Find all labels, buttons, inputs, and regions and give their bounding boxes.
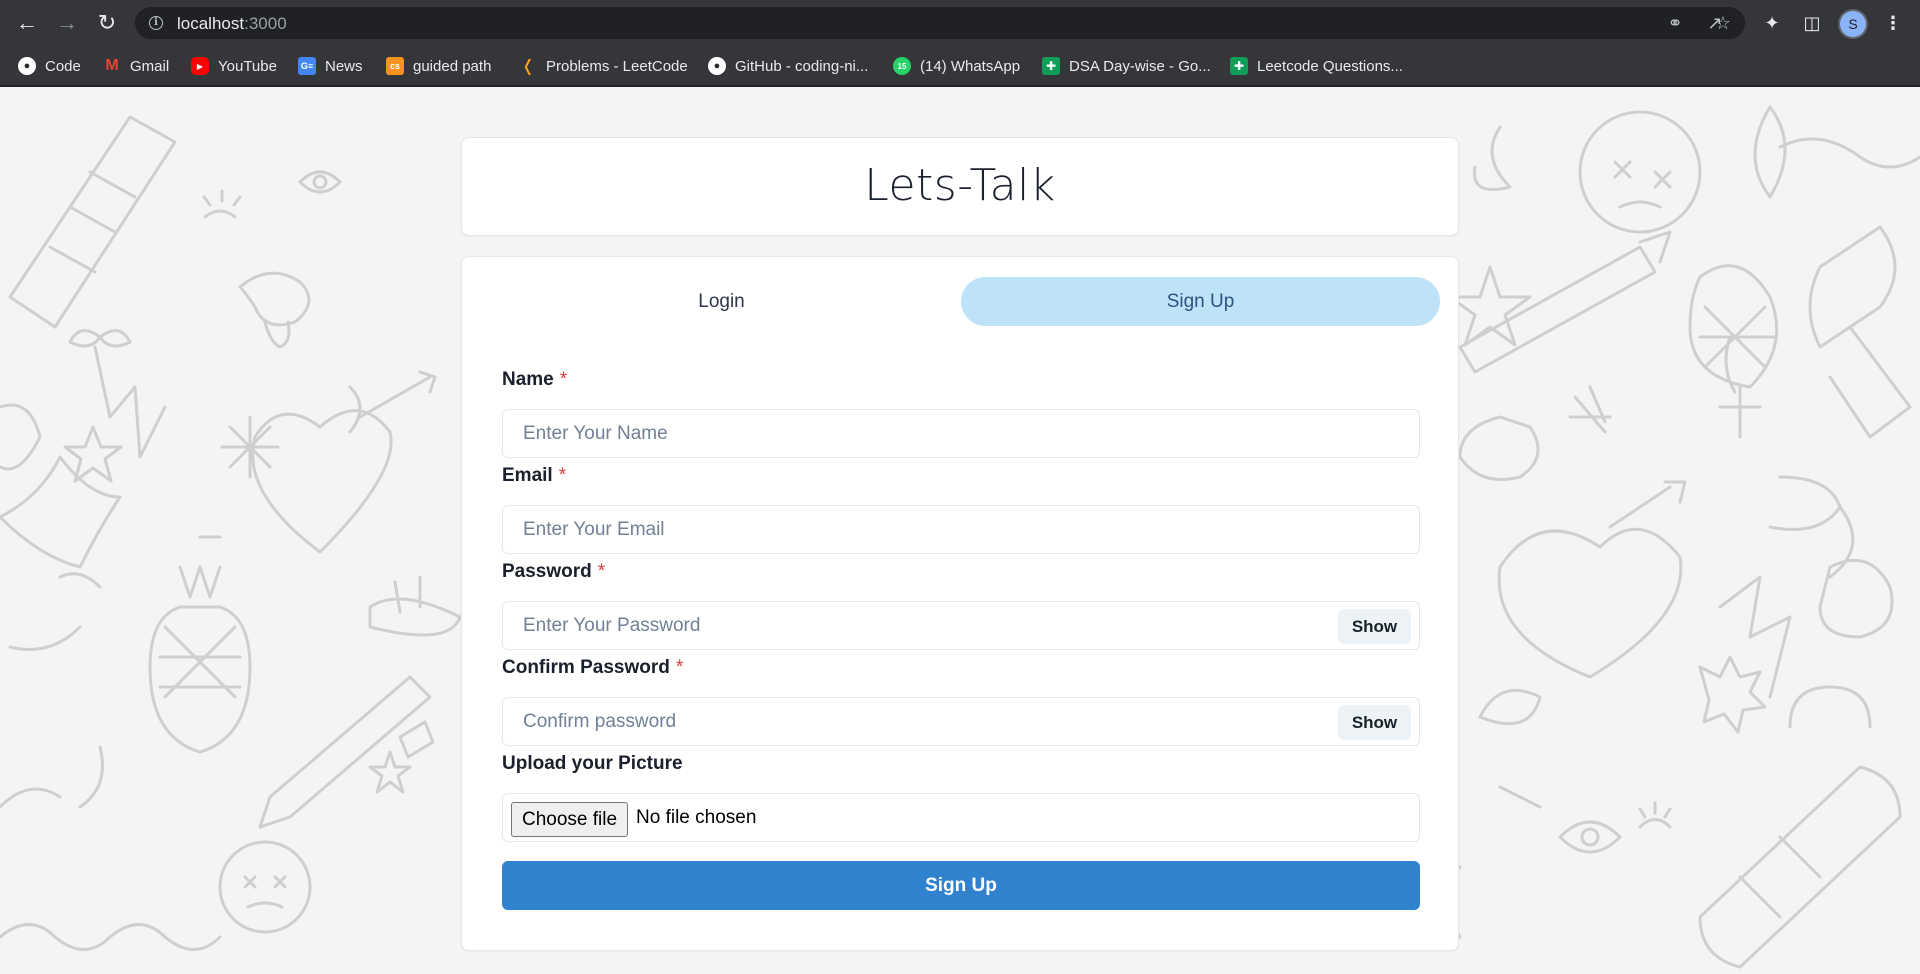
tab-login[interactable]: Login	[482, 277, 961, 326]
show-password-button[interactable]: Show	[1338, 609, 1411, 644]
upload-picture-label: Upload your Picture	[502, 753, 683, 774]
whatsapp-icon: 15	[893, 57, 911, 75]
email-field[interactable]	[502, 505, 1420, 554]
tab-signup[interactable]: Sign Up	[961, 277, 1440, 326]
auth-card: Login Sign Up Name* Email* Password* Sho…	[461, 256, 1459, 951]
google-sheets-icon: ✚	[1230, 57, 1248, 75]
back-arrow-icon[interactable]: ←	[14, 10, 40, 36]
extensions-icon[interactable]: ✦	[1761, 12, 1783, 34]
app-title: Lets-Talk	[864, 160, 1056, 211]
reload-icon[interactable]: ↻	[94, 10, 120, 36]
bookmark-gmail[interactable]: M Gmail	[103, 55, 169, 77]
picture-file-field[interactable]: Choose file No file chosen	[502, 793, 1420, 842]
site-info-icon[interactable]: i	[149, 16, 163, 30]
confirm-password-label-text: Confirm Password	[502, 657, 670, 678]
bookmark-label: Gmail	[130, 57, 170, 75]
bookmark-label: Code	[45, 57, 81, 75]
bookmark-leetcode[interactable]: ❬ Problems - LeetCode	[519, 55, 688, 77]
bookmark-leetcode-questions[interactable]: ✚ Leetcode Questions...	[1230, 55, 1403, 77]
forward-arrow-icon[interactable]: →	[54, 10, 80, 36]
bookmark-label: YouTube	[218, 57, 277, 75]
bookmark-code[interactable]: ● Code	[18, 55, 81, 77]
bookmark-whatsapp[interactable]: 15 (14) WhatsApp	[893, 55, 1020, 77]
bookmark-label: DSA Day-wise - Go...	[1069, 57, 1211, 75]
email-label: Email *	[502, 465, 566, 487]
bookmark-label: GitHub - coding-ni...	[735, 57, 869, 75]
bookmark-label: guided path	[413, 57, 492, 75]
url-text: localhost:3000	[177, 14, 287, 33]
bookmark-github-coding[interactable]: ● GitHub - coding-ni...	[708, 55, 868, 77]
github-icon: ●	[18, 57, 36, 75]
confirm-password-label: Confirm Password *	[502, 657, 683, 679]
github-icon: ●	[708, 57, 726, 75]
browser-toolbar: ← → ↻ i localhost:3000 ⚭ ↗ ☆ ✦ ◫ S ⋮	[0, 0, 1920, 46]
name-input[interactable]	[503, 410, 1419, 457]
bookmarks-bar: ● Code M Gmail ▶ YouTube G≡ News cs guid…	[0, 46, 1920, 86]
bookmark-label: Leetcode Questions...	[1257, 57, 1403, 75]
bookmark-label: Problems - LeetCode	[546, 57, 688, 75]
password-input[interactable]	[503, 602, 1419, 649]
page-viewport: Lets-Talk Login Sign Up Name* Email* Pas…	[0, 87, 1920, 974]
menu-kebab-icon[interactable]: ⋮	[1882, 12, 1904, 34]
bookmark-label: (14) WhatsApp	[920, 57, 1021, 75]
signup-submit-button[interactable]: Sign Up	[502, 861, 1420, 910]
email-label-text: Email	[502, 465, 553, 486]
google-sheets-icon: ✚	[1042, 57, 1060, 75]
email-input[interactable]	[503, 506, 1419, 553]
password-label: Password *	[502, 561, 605, 583]
key-icon[interactable]: ⚭	[1665, 13, 1685, 33]
name-label: Name *	[502, 369, 567, 391]
youtube-icon: ▶	[191, 57, 209, 75]
password-field[interactable]: Show	[502, 601, 1420, 650]
bookmark-label: News	[325, 57, 363, 75]
show-confirm-password-button[interactable]: Show	[1338, 705, 1411, 740]
address-bar[interactable]: i localhost:3000 ⚭ ↗	[135, 7, 1745, 39]
required-indicator: *	[558, 465, 567, 486]
google-news-icon: G≡	[298, 57, 316, 75]
required-indicator: *	[675, 657, 684, 678]
leetcode-icon: ❬	[521, 58, 535, 75]
title-card: Lets-Talk	[461, 137, 1459, 236]
side-panel-icon[interactable]: ◫	[1801, 12, 1823, 34]
bookmark-news[interactable]: G≡ News	[298, 55, 363, 77]
bookmark-guided-path[interactable]: cs guided path	[386, 55, 491, 77]
profile-avatar[interactable]: S	[1840, 11, 1866, 37]
name-field[interactable]	[502, 409, 1420, 458]
file-status-text: No file chosen	[636, 807, 757, 828]
name-label-text: Name	[502, 369, 554, 390]
bookmark-dsa-daywise[interactable]: ✚ DSA Day-wise - Go...	[1042, 55, 1211, 77]
bookmark-youtube[interactable]: ▶ YouTube	[191, 55, 277, 77]
choose-file-button[interactable]: Choose file	[511, 802, 629, 837]
gmail-icon: M	[105, 57, 119, 74]
confirm-password-field[interactable]: Show	[502, 697, 1420, 746]
required-indicator: *	[597, 561, 606, 582]
password-label-text: Password	[502, 561, 592, 582]
confirm-password-input[interactable]	[503, 698, 1419, 745]
codestudio-icon: cs	[386, 57, 404, 75]
bookmark-star-icon[interactable]: ☆	[1712, 12, 1734, 34]
required-indicator: *	[559, 369, 568, 390]
